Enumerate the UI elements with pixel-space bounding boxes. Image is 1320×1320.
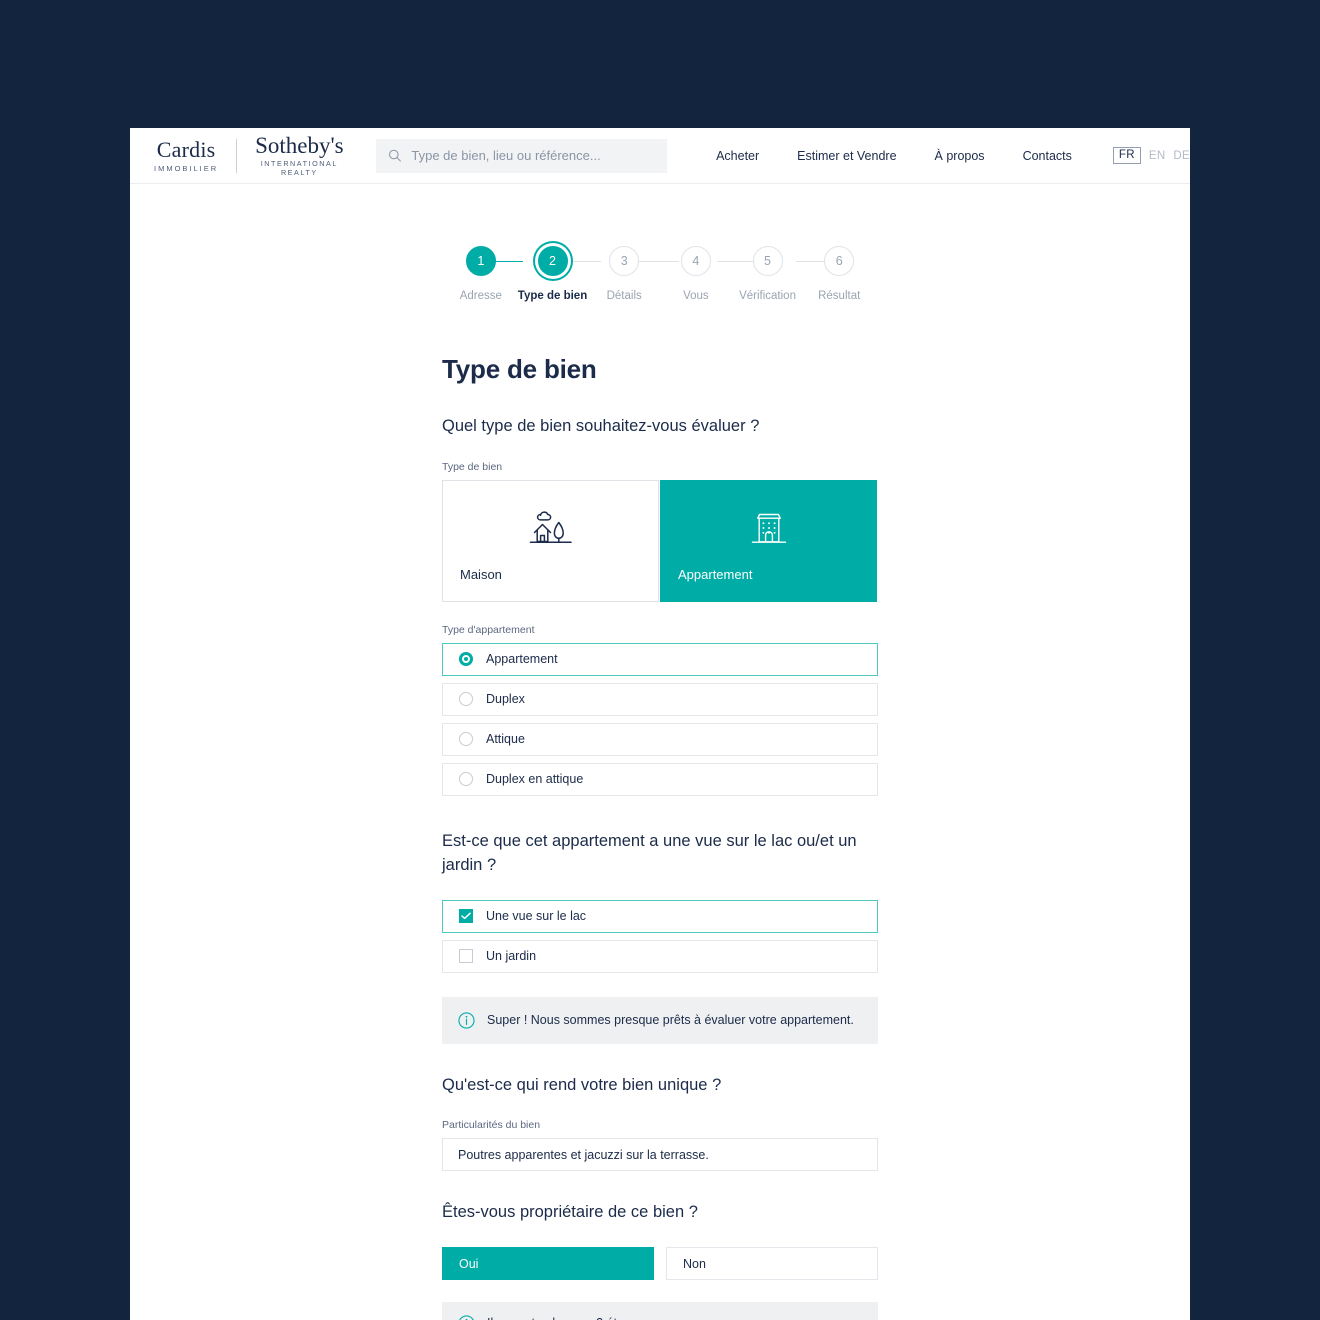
brand-logo[interactable]: Cardis IMMOBILIER Sotheby's INTERNATIONA… (154, 133, 344, 178)
house-tree-icon (443, 505, 658, 549)
radio-icon (459, 732, 473, 747)
nav-item-acheter[interactable]: Acheter (697, 149, 778, 163)
nav-item-contacts[interactable]: Contacts (1004, 149, 1091, 163)
property-card-maison-label: Maison (460, 566, 502, 582)
checkbox-icon-checked (459, 909, 473, 924)
label-type-de-bien: Type de bien (442, 460, 503, 473)
view-checkbox-group: Une vue sur le lac Un jardin (442, 899, 878, 973)
page-title: Type de bien (442, 354, 597, 384)
radio-option-appartement-label: Appartement (486, 652, 558, 667)
language-option-en[interactable]: EN (1149, 150, 1166, 162)
question-owner: Êtes-vous propriétaire de ce bien ? (442, 1203, 698, 1222)
particularites-field-wrapper[interactable] (442, 1138, 878, 1172)
nav-item-a-propos[interactable]: À propos (916, 149, 1004, 163)
checkbox-option-jardin-label: Un jardin (486, 949, 537, 964)
info-message-steps: Il ne reste plus que 2 étapes. (442, 1302, 878, 1320)
step-2-label: Type de bien (517, 290, 588, 302)
search-bar[interactable] (375, 138, 668, 173)
question-view-garden: Est-ce que cet appartement a une vue sur… (442, 831, 857, 874)
radio-option-duplex[interactable]: Duplex (442, 682, 878, 716)
check-mark-icon (461, 912, 471, 920)
checkbox-option-vue-lac-label: Une vue sur le lac (486, 909, 587, 924)
step-4-label: Vous (683, 290, 709, 302)
owner-button-oui[interactable]: Oui (442, 1247, 654, 1281)
radio-option-attique[interactable]: Attique (442, 722, 878, 756)
step-3-number: 3 (609, 246, 640, 276)
sothebys-wordmark: Sotheby's (255, 133, 344, 158)
language-option-de[interactable]: DE (1173, 150, 1190, 162)
radio-icon (459, 772, 473, 787)
step-4-number: 4 (680, 246, 711, 276)
step-4-vous[interactable]: 4 Vous (660, 246, 732, 302)
property-card-maison[interactable]: Maison (442, 479, 659, 602)
cardis-wordmark: Cardis (156, 136, 216, 162)
step-3-details[interactable]: 3 Détails (588, 246, 660, 302)
main-nav: Acheter Estimer et Vendre À propos Conta… (697, 149, 1091, 163)
step-1-number: 1 (465, 246, 496, 276)
sothebys-tagline: INTERNATIONAL REALTY (260, 159, 338, 177)
step-2-number: 2 (537, 246, 568, 276)
step-3-label: Détails (606, 290, 642, 302)
info-icon (459, 1315, 474, 1320)
search-input[interactable] (411, 148, 656, 163)
step-6-resultat[interactable]: 6 Résultat (803, 246, 875, 302)
radio-option-duplex-en-attique-label: Duplex en attique (486, 772, 584, 787)
label-type-appartement: Type d'appartement (442, 623, 535, 636)
radio-option-duplex-label: Duplex (486, 692, 525, 707)
language-option-fr[interactable]: FR (1112, 147, 1141, 164)
info-message-ready: Super ! Nous sommes presque prêts à éval… (442, 996, 878, 1044)
property-card-appartement-label: Appartement (678, 566, 753, 582)
site-header: Cardis IMMOBILIER Sotheby's INTERNATIONA… (130, 128, 1190, 184)
form-content: Type de bien Quel type de bien souhaitez… (442, 302, 878, 1320)
question-unique: Qu'est-ce qui rend votre bien unique ? (442, 1075, 722, 1094)
step-6-label: Résultat (818, 290, 861, 302)
question-property-type: Quel type de bien souhaitez-vous évaluer… (442, 417, 760, 435)
label-particularites: Particularités du bien (442, 1119, 541, 1132)
particularites-input[interactable] (458, 1147, 862, 1162)
checkbox-icon (459, 949, 473, 964)
apartment-type-radio-group: Appartement Duplex Attique Duplex en att… (442, 642, 878, 796)
step-1-adresse[interactable]: 1 Adresse (445, 246, 517, 302)
apartment-building-icon (661, 505, 876, 549)
sothebys-logo: Sotheby's INTERNATIONAL REALTY (237, 133, 344, 178)
checkbox-option-jardin[interactable]: Un jardin (442, 939, 878, 973)
step-5-verification[interactable]: 5 Vérification (732, 246, 804, 302)
radio-option-duplex-en-attique[interactable]: Duplex en attique (442, 762, 878, 796)
radio-icon (459, 692, 473, 707)
radio-option-attique-label: Attique (486, 732, 525, 747)
info-icon (458, 1012, 475, 1029)
info-message-ready-text: Super ! Nous sommes presque prêts à éval… (487, 1012, 854, 1027)
step-5-number: 5 (752, 246, 783, 276)
property-card-appartement[interactable]: Appartement (660, 479, 877, 602)
info-message-steps-text: Il ne reste plus que 2 étapes. (487, 1314, 648, 1320)
cardis-tagline: IMMOBILIER (154, 163, 219, 173)
radio-option-appartement[interactable]: Appartement (442, 642, 878, 676)
step-2-type-de-bien[interactable]: 2 Type de bien (517, 246, 589, 302)
search-icon (388, 149, 401, 162)
property-type-cards: Maison Appartement (442, 479, 878, 602)
owner-button-non[interactable]: Non (666, 1247, 878, 1281)
page-container: Cardis IMMOBILIER Sotheby's INTERNATIONA… (130, 128, 1190, 1320)
nav-item-estimer-vendre[interactable]: Estimer et Vendre (778, 149, 915, 163)
language-switcher: FR EN DE (1112, 147, 1190, 164)
progress-stepper: 1 Adresse 2 Type de bien 3 Détails 4 Vou… (445, 246, 875, 302)
cardis-logo: Cardis IMMOBILIER (154, 136, 236, 173)
step-5-label: Vérification (739, 290, 796, 302)
radio-icon-selected (459, 652, 473, 667)
step-6-number: 6 (824, 246, 855, 276)
checkbox-option-vue-lac[interactable]: Une vue sur le lac (442, 899, 878, 933)
owner-toggle-group: Oui Non (442, 1247, 878, 1281)
step-1-label: Adresse (459, 290, 502, 302)
